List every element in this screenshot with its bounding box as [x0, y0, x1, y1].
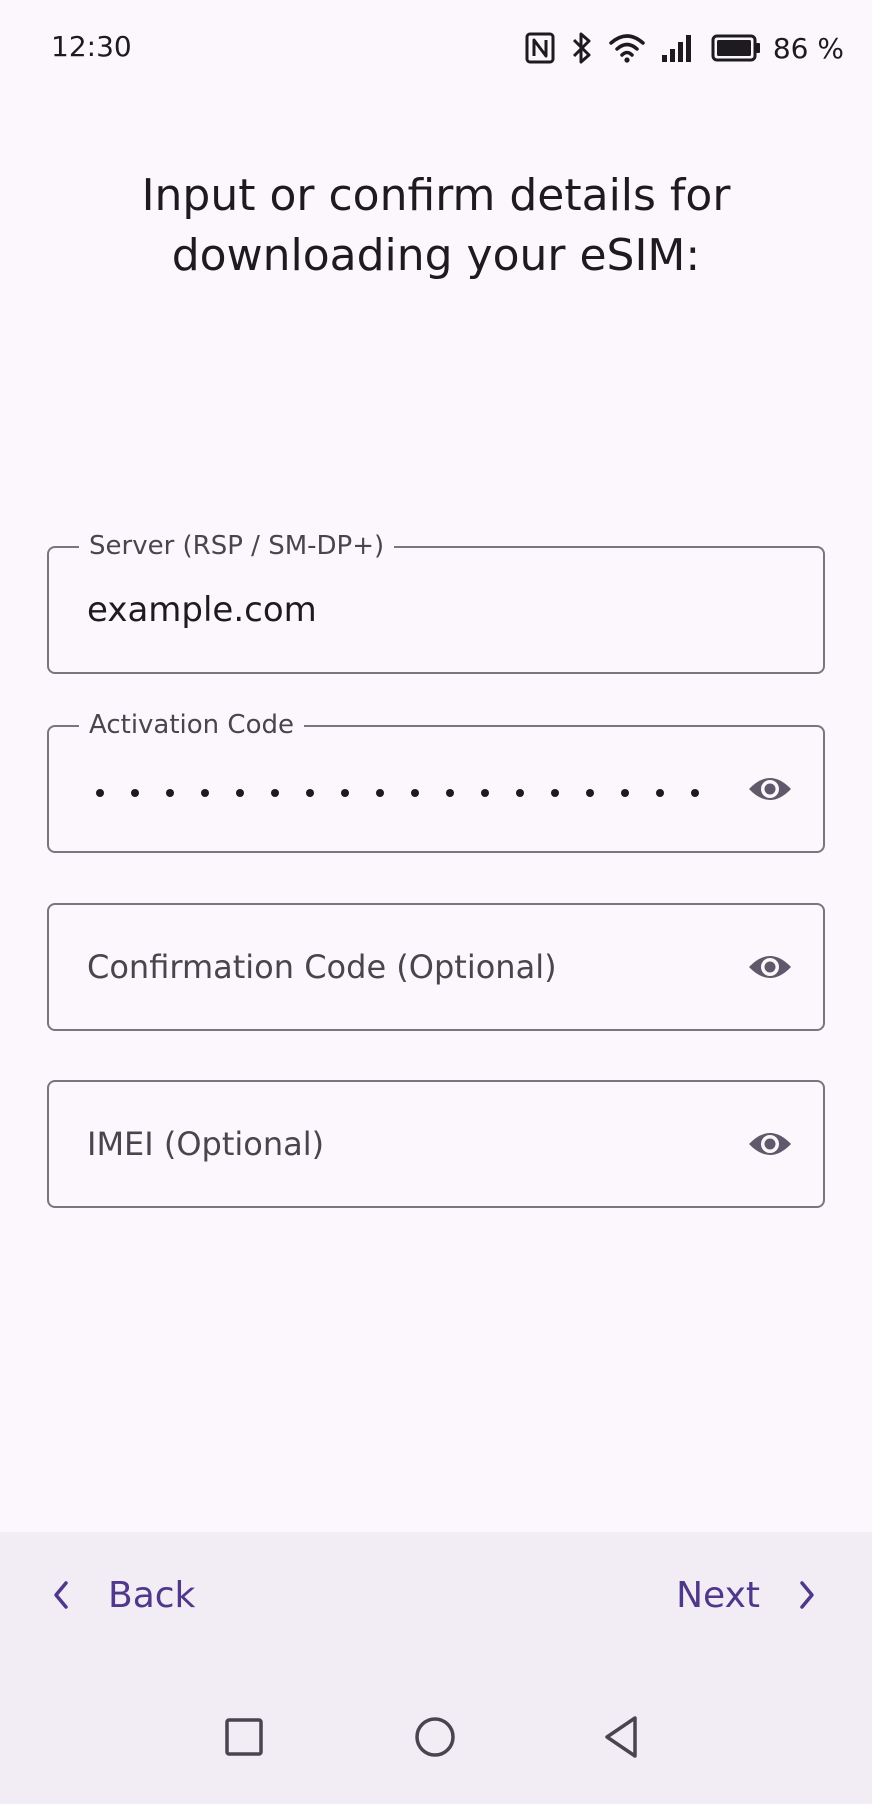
bluetooth-icon [572, 32, 591, 64]
activation-code-field[interactable]: Activation Code [47, 709, 825, 853]
mask-dot [341, 789, 349, 797]
activation-code-label: Activation Code [79, 709, 304, 741]
activation-code-masked-value[interactable] [96, 789, 726, 797]
mask-dot [376, 789, 384, 797]
next-button-label: Next [676, 1574, 760, 1616]
server-field-label: Server (RSP / SM-DP+) [79, 530, 395, 562]
mask-dot [166, 789, 174, 797]
battery-icon [711, 34, 760, 62]
mask-dot [516, 789, 524, 797]
imei-field[interactable]: IMEI (Optional) [47, 1080, 825, 1208]
confirmation-code-placeholder: Confirmation Code (Optional) [87, 948, 557, 986]
home-circle-icon[interactable] [413, 1712, 457, 1764]
status-time: 12:30 [51, 30, 132, 63]
confirmation-code-visibility-toggle-eye-icon[interactable] [747, 947, 793, 987]
mask-dot [656, 789, 664, 797]
imei-placeholder: IMEI (Optional) [87, 1125, 325, 1163]
back-button[interactable]: Back [52, 1560, 195, 1630]
chevron-left-icon [54, 1581, 68, 1609]
mask-dot [446, 789, 454, 797]
cell-signal-icon [661, 35, 691, 62]
status-icons: 86 % [509, 28, 844, 68]
mask-dot [481, 789, 489, 797]
activation-code-visibility-toggle-eye-icon[interactable] [747, 769, 793, 809]
mask-dot [96, 789, 104, 797]
mask-dot [236, 789, 244, 797]
next-button[interactable]: Next [676, 1560, 816, 1630]
mask-dot [271, 789, 279, 797]
chevron-right-icon [800, 1581, 814, 1609]
server-field-value[interactable]: example.com [87, 590, 317, 630]
back-button-label: Back [108, 1574, 196, 1616]
mask-dot [306, 789, 314, 797]
mask-dot [131, 789, 139, 797]
mask-dot [621, 789, 629, 797]
nfc-icon [525, 32, 555, 64]
mask-dot [411, 789, 419, 797]
status-bar: 12:30 86 % [0, 0, 872, 96]
page-title: Input or confirm details for downloading… [141, 170, 731, 281]
imei-visibility-toggle-eye-icon[interactable] [747, 1124, 793, 1164]
battery-percent: 86 % [772, 31, 844, 65]
server-field[interactable]: Server (RSP / SM-DP+) example.com [47, 530, 825, 674]
recents-square-icon[interactable] [224, 1712, 264, 1764]
confirmation-code-field[interactable]: Confirmation Code (Optional) [47, 903, 825, 1031]
mask-dot [586, 789, 594, 797]
mask-dot [691, 789, 699, 797]
wifi-icon [609, 34, 645, 63]
mask-dot [201, 789, 209, 797]
mask-dot [551, 789, 559, 797]
back-triangle-icon[interactable] [601, 1712, 641, 1764]
